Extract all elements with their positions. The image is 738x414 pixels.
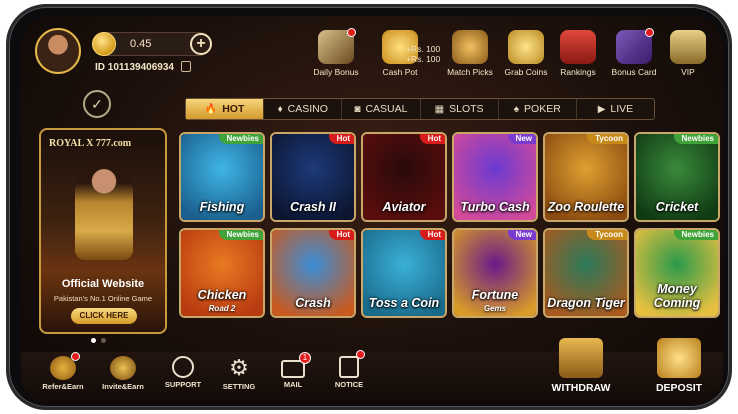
game-lobby-screen: 0.45 + ID 101139406934 Daily Bonus Cash … [21, 16, 723, 404]
game-tag-badge: Hot [328, 134, 354, 144]
flame-icon: 🔥 [204, 103, 218, 115]
phone-frame: 0.45 + ID 101139406934 Daily Bonus Cash … [6, 4, 732, 410]
game-tag-badge: Hot [419, 230, 445, 240]
tab-casino[interactable]: ♦ CASINO [264, 99, 343, 119]
game-card[interactable]: Hot Crash II [270, 132, 356, 222]
game-name: Toss a Coin [368, 296, 440, 310]
deposit-button[interactable]: DEPOSIT [639, 338, 719, 394]
game-tag-badge: Newbies [673, 134, 718, 144]
game-card[interactable]: Tycoon Dragon Tiger [543, 228, 629, 318]
carousel-dot-active[interactable] [91, 338, 96, 343]
tab-live[interactable]: ▶ LIVE [577, 99, 654, 119]
withdraw-button[interactable]: WITHDRAW [541, 338, 621, 394]
game-tag-badge: Hot [328, 230, 354, 240]
top-bar: 0.45 + ID 101139406934 Daily Bonus Cash … [21, 16, 723, 90]
game-card[interactable]: Hot Toss a Coin [361, 228, 447, 318]
notice-button[interactable]: NOTICE [321, 350, 377, 389]
banner-model-image [75, 164, 133, 260]
game-card[interactable]: New Turbo Cash [452, 132, 538, 222]
grab-coins-icon [508, 30, 544, 64]
invite-earn-icon [110, 356, 136, 380]
match-picks-icon [452, 30, 488, 64]
game-name: Turbo Cash [460, 200, 530, 214]
game-card[interactable]: Hot Crash [270, 228, 356, 318]
headset-icon [172, 356, 194, 378]
game-name: Crash [295, 296, 331, 310]
support-button[interactable]: SUPPORT [155, 356, 211, 389]
poker-icon: ♠ [513, 103, 520, 115]
game-name: Dragon Tiger [547, 296, 625, 310]
game-tag-badge: Newbies [218, 230, 263, 240]
game-tag-badge: Newbies [218, 134, 263, 144]
copy-id-icon[interactable] [181, 61, 191, 72]
game-name: Crash II [290, 200, 336, 214]
notification-dot [356, 350, 365, 359]
game-card[interactable]: Newbies Fishing [179, 132, 265, 222]
balance-box: 0.45 + [92, 32, 212, 56]
game-card[interactable]: New Fortune Gems [452, 228, 538, 318]
game-card[interactable]: Newbies Money Coming [634, 228, 720, 318]
game-name: Chicken [197, 288, 247, 302]
game-name: Aviator [382, 200, 426, 214]
game-card[interactable]: Newbies Chicken Road 2 [179, 228, 265, 318]
withdraw-icon [559, 338, 603, 378]
deposit-icon [657, 338, 701, 378]
game-card[interactable]: Tycoon Zoo Roulette [543, 132, 629, 222]
setting-button[interactable]: ⚙ SETTING [211, 355, 267, 392]
tab-casual[interactable]: ◙ CASUAL [342, 99, 421, 119]
game-tag-badge: Hot [419, 134, 445, 144]
game-name: Fortune [471, 288, 519, 302]
game-tag-badge: Tycoon [587, 230, 627, 240]
vip-crown-icon [670, 30, 706, 64]
coin-icon [92, 32, 116, 56]
mail-badge: 1 [299, 352, 311, 364]
daily-bonus-button[interactable]: Daily Bonus [301, 28, 371, 77]
game-tag-badge: New [507, 134, 536, 144]
rankings-icon [560, 30, 596, 64]
banner-subtitle: Pakistan's No.1 Online Game [53, 294, 153, 303]
notification-dot [71, 352, 80, 361]
refer-earn-button[interactable]: Refer&Earn [35, 352, 91, 391]
game-name: Fishing [199, 200, 245, 214]
category-tabs: 🔥 HOT ♦ CASINO ◙ CASUAL ▦ SLOTS ♠ POKER ▶ LIVE [185, 98, 655, 120]
game-name: Zoo Roulette [547, 200, 625, 214]
game-subname: Road 2 [208, 304, 236, 313]
gamepad-icon: ◙ [354, 103, 361, 115]
balance-value: 0.45 [130, 38, 152, 50]
casino-icon: ♦ [277, 103, 283, 115]
tab-slots[interactable]: ▦ SLOTS [421, 99, 499, 119]
notice-icon [339, 350, 365, 378]
player-id: ID 101139406934 [95, 62, 174, 73]
game-tag-badge: New [507, 230, 536, 240]
banner-title: Official Website [61, 278, 145, 290]
game-subname: Gems [483, 304, 507, 313]
game-card[interactable]: Newbies Cricket [634, 132, 720, 222]
mail-button[interactable]: 1 MAIL [265, 352, 321, 389]
slots-icon: ▦ [434, 103, 445, 115]
refer-earn-icon [50, 352, 80, 380]
game-name: Cricket [655, 200, 699, 214]
add-funds-button[interactable]: + [190, 33, 212, 55]
mail-icon: 1 [281, 352, 311, 378]
player-avatar[interactable] [35, 28, 81, 74]
daily-bonus-icon [318, 28, 356, 64]
notification-dot [347, 28, 356, 37]
game-card[interactable]: Hot Aviator [361, 132, 447, 222]
live-icon: ▶ [597, 103, 606, 115]
promo-banner[interactable]: ROYAL X 777.com Official Website Pakista… [39, 128, 167, 334]
game-tag-badge: Tycoon [587, 134, 627, 144]
carousel-dot[interactable] [101, 338, 106, 343]
tab-hot[interactable]: 🔥 HOT [186, 99, 265, 119]
tab-poker[interactable]: ♠ POKER [499, 99, 577, 119]
click-here-button[interactable]: CLICK HERE [71, 308, 137, 324]
bonus-card-icon [616, 28, 654, 64]
game-tag-badge: Newbies [673, 230, 718, 240]
shield-check-icon[interactable]: ✓ [83, 90, 111, 118]
vip-button[interactable]: VIP [653, 30, 723, 77]
gear-icon: ⚙ [229, 355, 249, 380]
game-name: Money Coming [653, 282, 701, 310]
brand-logo: ROYAL X 777.com [49, 138, 132, 149]
invite-earn-button[interactable]: Invite&Earn [95, 356, 151, 391]
